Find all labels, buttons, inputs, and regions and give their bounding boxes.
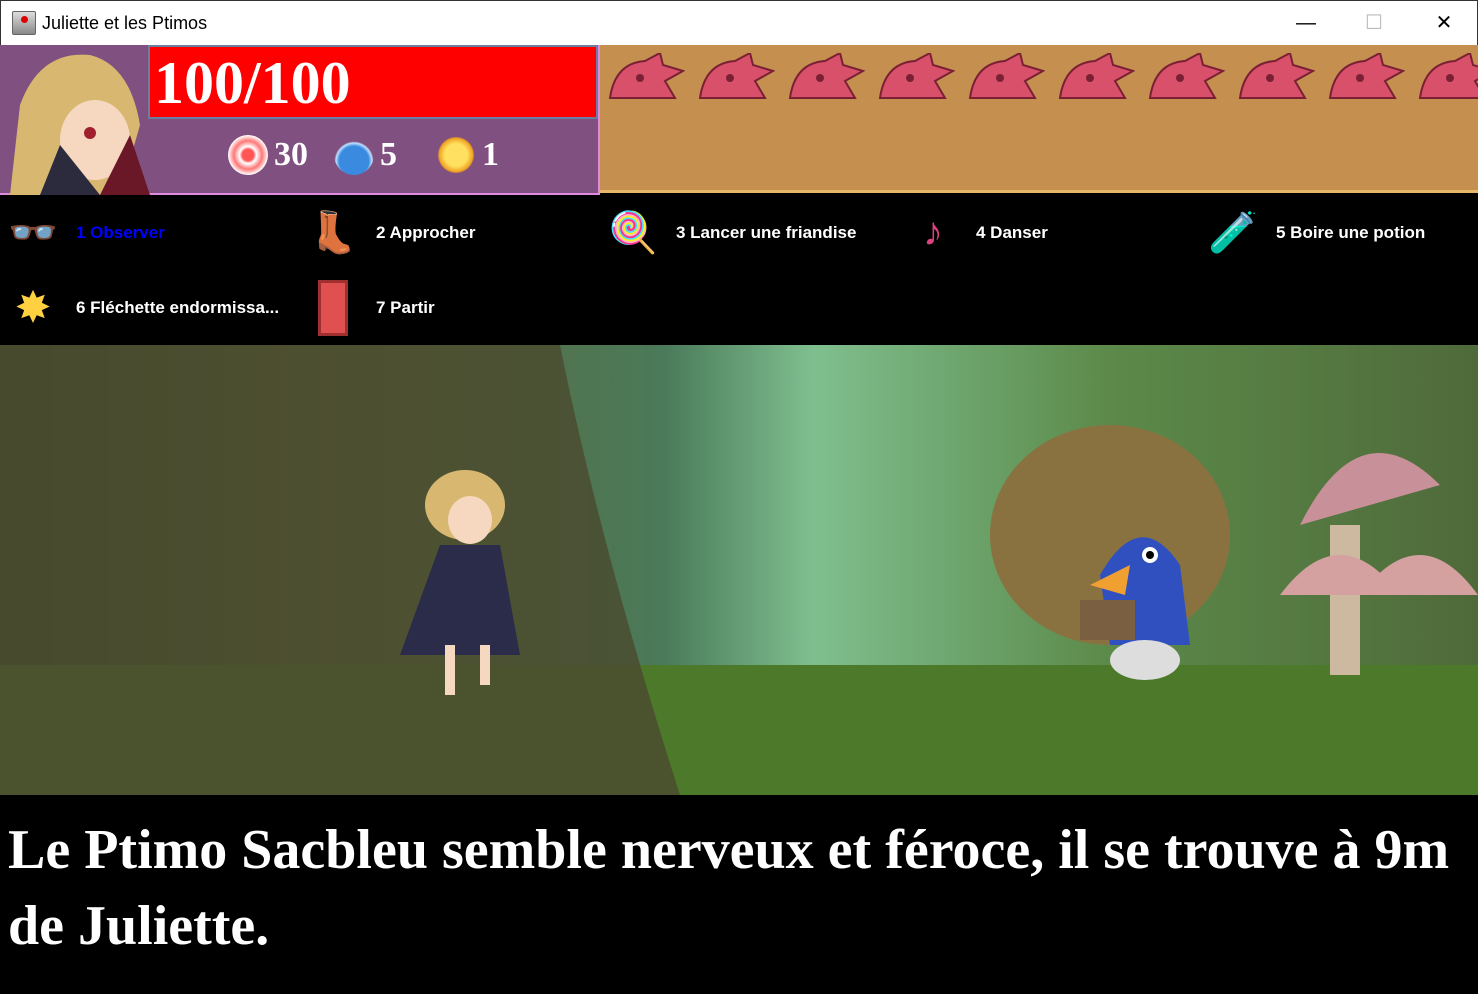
ptimo-head-icon — [788, 53, 865, 99]
boots-icon: 👢 — [308, 211, 358, 255]
hp-value: 100/100 — [154, 50, 351, 116]
app-icon — [12, 11, 36, 35]
action-approcher[interactable]: 👢 2 Approcher — [300, 195, 475, 270]
potion-count: 5 — [334, 135, 397, 175]
title-bar: Juliette et les Ptimos — ☐ ✕ — [0, 0, 1478, 45]
minimize-button[interactable]: — — [1283, 7, 1329, 39]
ptimo-head-icon — [968, 53, 1045, 99]
lollipop-count: 30 — [228, 135, 308, 175]
player-hud: 100/100 30 5 1 — [0, 45, 600, 195]
battle-scene — [0, 345, 1478, 795]
hp-bar: 100/100 — [148, 45, 598, 119]
action-partir[interactable]: 7 Partir — [300, 270, 435, 345]
ptimo-head-icon — [608, 53, 685, 99]
ptimo-head-icon — [878, 53, 955, 99]
lollipop-icon: 🍭 — [608, 211, 658, 255]
potion-icon: 🧪 — [1208, 211, 1258, 255]
action-lancer-friandise[interactable]: 🍭 3 Lancer une friandise — [600, 195, 856, 270]
ptimo-head-icon — [1148, 53, 1225, 99]
ptimo-head-icon — [1328, 53, 1405, 99]
potion-icon — [334, 135, 374, 175]
ptimo-head-icon — [1058, 53, 1135, 99]
juliette-portrait — [10, 54, 150, 195]
ptimo-head-icon — [1418, 53, 1478, 99]
dart-count: 1 — [436, 135, 499, 175]
action-flechette[interactable]: ✸ 6 Fléchette endormissa... — [0, 270, 279, 345]
action-boire-potion[interactable]: 🧪 5 Boire une potion — [1200, 195, 1425, 270]
ptimo-head-icon — [698, 53, 775, 99]
action-danser[interactable]: ♪ 4 Danser — [900, 195, 1048, 270]
dart-icon — [436, 135, 476, 175]
window-title: Juliette et les Ptimos — [42, 13, 208, 33]
dart-icon: ✸ — [16, 285, 50, 330]
battle-message: Le Ptimo Sacbleu semble nerveux et féroc… — [8, 819, 1450, 957]
action-observer[interactable]: 👓 1 Observer — [0, 195, 165, 270]
close-button[interactable]: ✕ — [1421, 7, 1467, 39]
music-note-icon: ♪ — [923, 210, 943, 254]
maximize-button[interactable]: ☐ — [1351, 7, 1397, 39]
door-icon — [300, 278, 366, 338]
glasses-icon: 👓 — [8, 211, 58, 255]
enemy-group-bar — [600, 45, 1478, 193]
ptimo-head-icon — [1238, 53, 1315, 99]
forest-background — [0, 345, 1478, 795]
action-menu: 👓 1 Observer 👢 2 Approcher 🍭 3 Lancer une f… — [0, 195, 1478, 345]
lollipop-icon — [228, 135, 268, 175]
